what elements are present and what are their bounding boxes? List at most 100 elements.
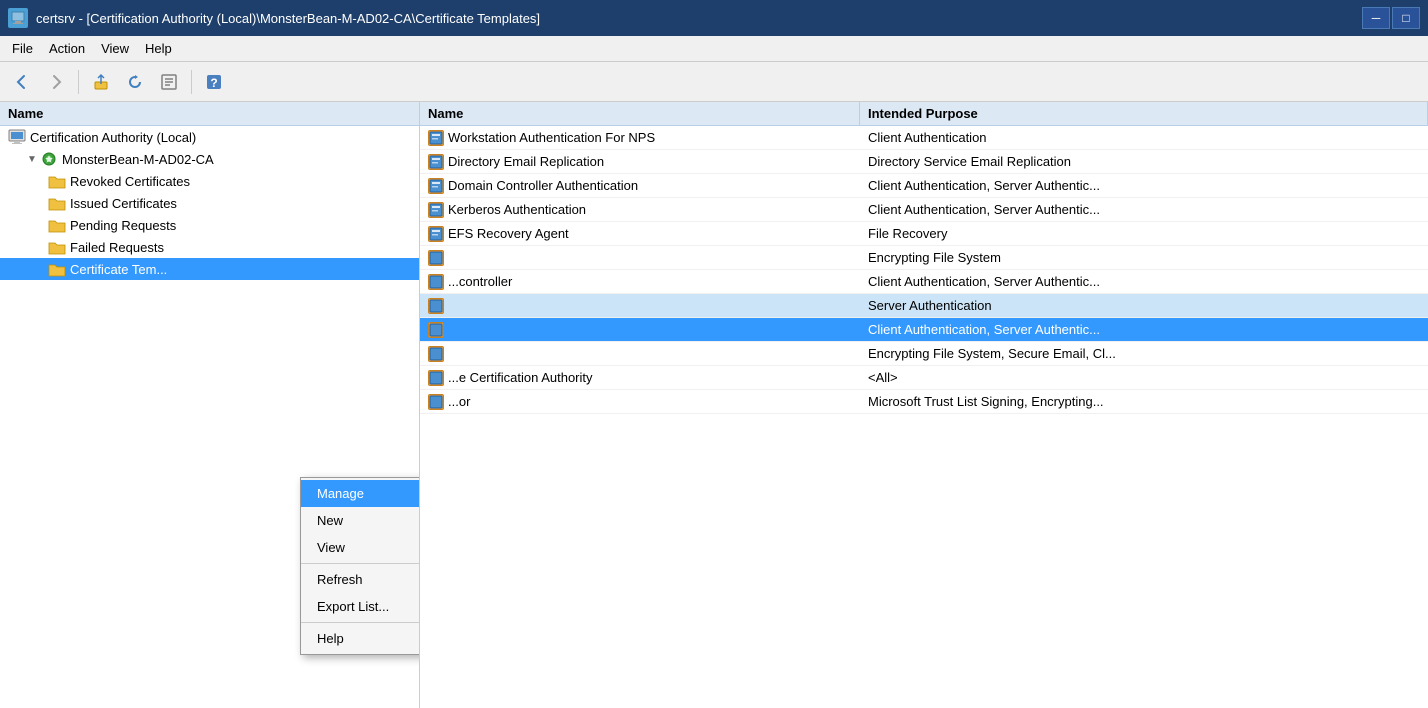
cell-purpose-11: Microsoft Trust List Signing, Encrypting… [860, 392, 1428, 411]
window-controls[interactable]: ─ □ [1362, 7, 1420, 29]
table-row[interactable]: EFS Recovery Agent File Recovery [420, 222, 1428, 246]
cell-purpose-1: Directory Service Email Replication [860, 152, 1428, 171]
forward-button[interactable] [40, 67, 72, 97]
table-row[interactable]: Encrypting File System [420, 246, 1428, 270]
folder-issued-icon [48, 195, 66, 211]
cert-icon-4 [428, 226, 444, 242]
cell-name-4: EFS Recovery Agent [420, 224, 860, 244]
ctx-help[interactable]: Help [301, 625, 420, 652]
cell-name-6: ...controller [420, 272, 860, 292]
tree-header-label: Name [8, 106, 43, 121]
export-button[interactable] [153, 67, 185, 97]
col-header-purpose[interactable]: Intended Purpose [860, 102, 1428, 125]
toolbar-separator-2 [191, 70, 192, 94]
up-button[interactable] [85, 67, 117, 97]
folder-certtemplates-icon [48, 261, 66, 277]
cell-purpose-9: Encrypting File System, Secure Email, Cl… [860, 344, 1428, 363]
table-row[interactable]: ...controller Client Authentication, Ser… [420, 270, 1428, 294]
main-content: Name Certification Authority (Local) ▼ [0, 102, 1428, 708]
cell-purpose-10: <All> [860, 368, 1428, 387]
ctx-refresh[interactable]: Refresh [301, 566, 420, 593]
cell-name-5 [420, 248, 860, 268]
ctx-separator-2 [301, 622, 420, 623]
help-button[interactable]: ? [198, 67, 230, 97]
cell-name-7 [420, 296, 860, 316]
table-row[interactable]: Domain Controller Authentication Client … [420, 174, 1428, 198]
cell-purpose-7: Server Authentication [860, 296, 1428, 315]
cert-icon-3 [428, 202, 444, 218]
cell-name-10: ...e Certification Authority [420, 368, 860, 388]
cert-icon-9 [428, 346, 444, 362]
folder-pending-icon [48, 217, 66, 233]
cert-icon-1 [428, 154, 444, 170]
cell-name-1: Directory Email Replication [420, 152, 860, 172]
cert-icon-8 [428, 322, 444, 338]
cell-name-3: Kerberos Authentication [420, 200, 860, 220]
table-row[interactable]: Kerberos Authentication Client Authentic… [420, 198, 1428, 222]
ctx-new[interactable]: New ▶ [301, 507, 420, 534]
app-icon [8, 8, 28, 28]
toolbar: ? [0, 62, 1428, 102]
ctx-view[interactable]: View ▶ [301, 534, 420, 561]
col-header-name[interactable]: Name [420, 102, 860, 125]
cert-icon-10 [428, 370, 444, 386]
tree-issued[interactable]: Issued Certificates [0, 192, 419, 214]
tree-root[interactable]: Certification Authority (Local) [0, 126, 419, 148]
tree-ca-node[interactable]: ▼ MonsterBean-M-AD02-CA [0, 148, 419, 170]
ctx-export[interactable]: Export List... [301, 593, 420, 620]
cell-purpose-8: Client Authentication, Server Authentic.… [860, 320, 1428, 339]
ctx-new-label: New [317, 513, 343, 528]
tree-failed[interactable]: Failed Requests [0, 236, 419, 258]
tree-pending[interactable]: Pending Requests [0, 214, 419, 236]
svg-text:?: ? [210, 76, 217, 90]
cell-name-0: Workstation Authentication For NPS [420, 128, 860, 148]
expand-icon[interactable]: ▼ [24, 151, 40, 167]
cell-name-2: Domain Controller Authentication [420, 176, 860, 196]
menu-file[interactable]: File [4, 38, 41, 59]
column-headers: Name Intended Purpose [420, 102, 1428, 126]
ca-icon [40, 151, 58, 167]
cert-icon-0 [428, 130, 444, 146]
ctx-manage[interactable]: Manage [301, 480, 420, 507]
computer-icon [8, 129, 26, 145]
right-panel: Name Intended Purpose Workstation Authen… [420, 102, 1428, 708]
tree-cert-templates[interactable]: Certificate Tem... [0, 258, 419, 280]
table-row[interactable]: Workstation Authentication For NPS Clien… [420, 126, 1428, 150]
refresh-button[interactable] [119, 67, 151, 97]
ctx-manage-label: Manage [317, 486, 364, 501]
menu-view[interactable]: View [93, 38, 137, 59]
tree-certtemplates-label: Certificate Tem... [70, 262, 167, 277]
maximize-button[interactable]: □ [1392, 7, 1420, 29]
folder-revoked-icon [48, 173, 66, 189]
cell-name-11: ...or [420, 392, 860, 412]
title-bar: certsrv - [Certification Authority (Loca… [0, 0, 1428, 36]
tree-root-label: Certification Authority (Local) [30, 130, 196, 145]
cell-purpose-3: Client Authentication, Server Authentic.… [860, 200, 1428, 219]
cell-purpose-0: Client Authentication [860, 128, 1428, 147]
tree-revoked[interactable]: Revoked Certificates [0, 170, 419, 192]
minimize-button[interactable]: ─ [1362, 7, 1390, 29]
cell-purpose-6: Client Authentication, Server Authentic.… [860, 272, 1428, 291]
folder-failed-icon [48, 239, 66, 255]
table-row[interactable]: Encrypting File System, Secure Email, Cl… [420, 342, 1428, 366]
tree-ca-label: MonsterBean-M-AD02-CA [62, 152, 214, 167]
table-row[interactable]: Directory Email Replication Directory Se… [420, 150, 1428, 174]
tree-revoked-label: Revoked Certificates [70, 174, 190, 189]
menu-action[interactable]: Action [41, 38, 93, 59]
cert-icon-6 [428, 274, 444, 290]
cert-icon-11 [428, 394, 444, 410]
ctx-export-label: Export List... [317, 599, 389, 614]
back-button[interactable] [6, 67, 38, 97]
cert-icon-2 [428, 178, 444, 194]
table-row[interactable]: ...e Certification Authority <All> [420, 366, 1428, 390]
tree-failed-label: Failed Requests [70, 240, 164, 255]
table-row[interactable]: Client Authentication, Server Authentic.… [420, 318, 1428, 342]
cert-icon-5 [428, 250, 444, 266]
cell-name-8 [420, 320, 860, 340]
table-row[interactable]: ...or Microsoft Trust List Signing, Encr… [420, 390, 1428, 414]
ctx-help-label: Help [317, 631, 344, 646]
table-row[interactable]: Server Authentication [420, 294, 1428, 318]
menu-help[interactable]: Help [137, 38, 180, 59]
toolbar-separator-1 [78, 70, 79, 94]
cert-icon-7 [428, 298, 444, 314]
